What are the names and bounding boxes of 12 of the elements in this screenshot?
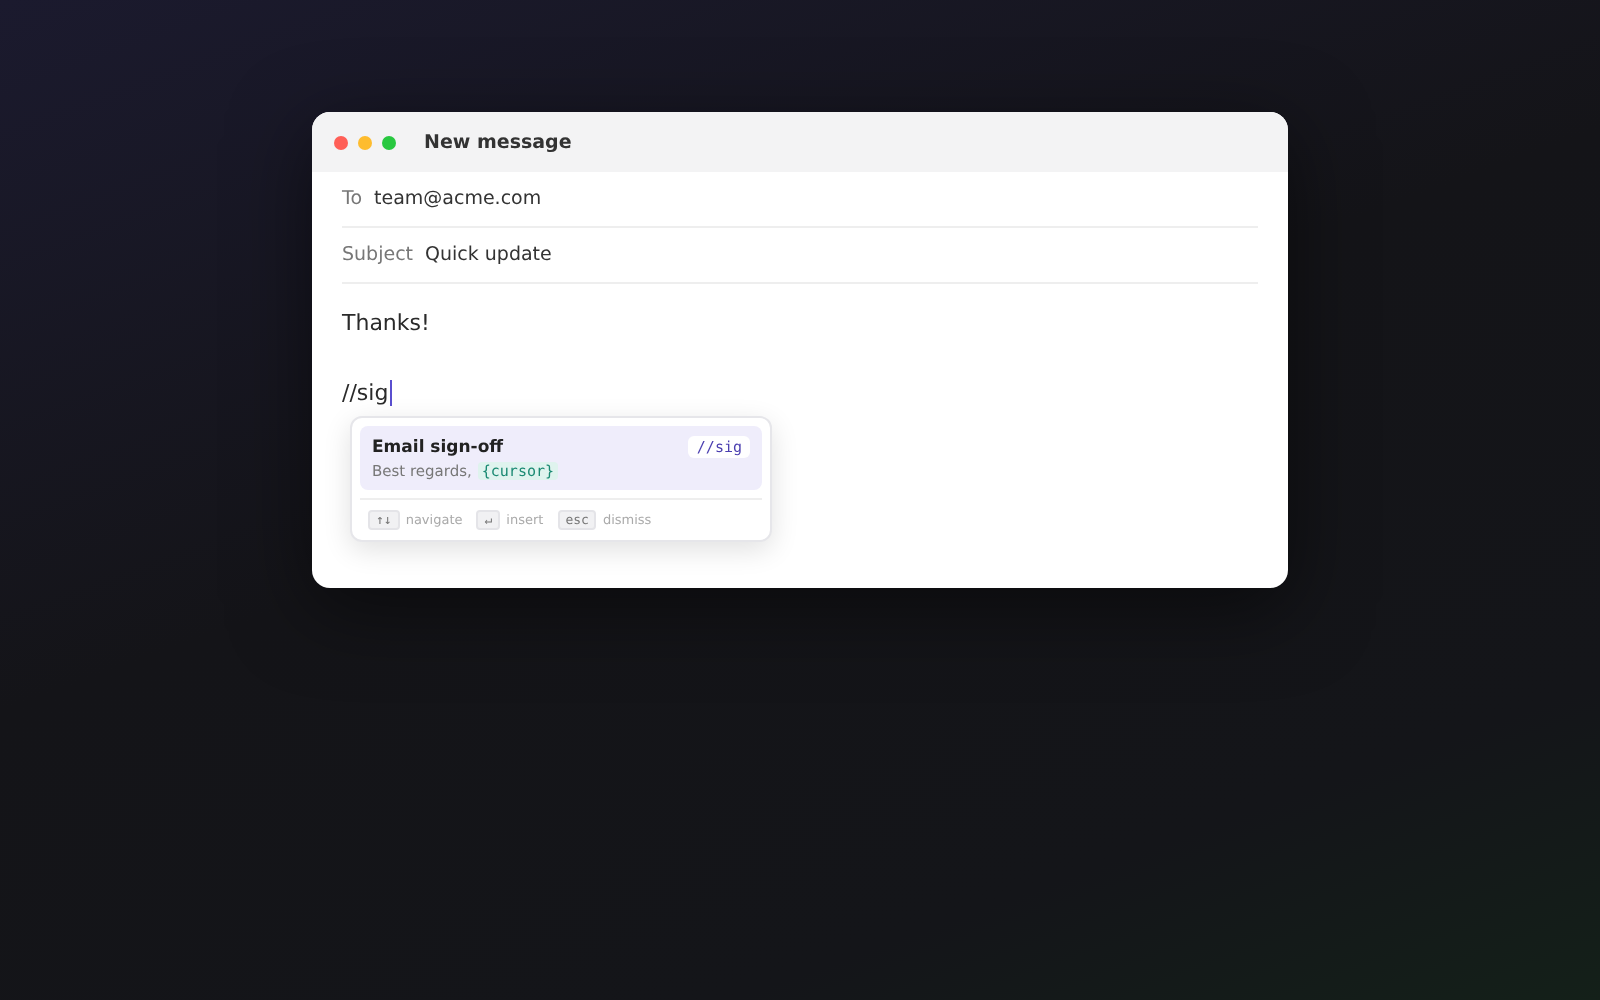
close-button[interactable] — [334, 135, 348, 149]
typed-text[interactable]: //sig — [342, 379, 389, 405]
text-cursor — [390, 379, 393, 405]
maximize-button[interactable] — [382, 135, 396, 149]
field-value[interactable]: team@acme.com — [374, 188, 542, 210]
window-title: New message — [424, 131, 572, 153]
field-label: Subject — [342, 244, 414, 266]
minimize-button[interactable] — [358, 135, 372, 149]
field-label: To — [342, 188, 363, 210]
body-text: Thanks! — [342, 308, 432, 340]
suggestion-title: Email sign-off — [372, 437, 504, 457]
field-value[interactable]: Quick update — [425, 244, 552, 266]
